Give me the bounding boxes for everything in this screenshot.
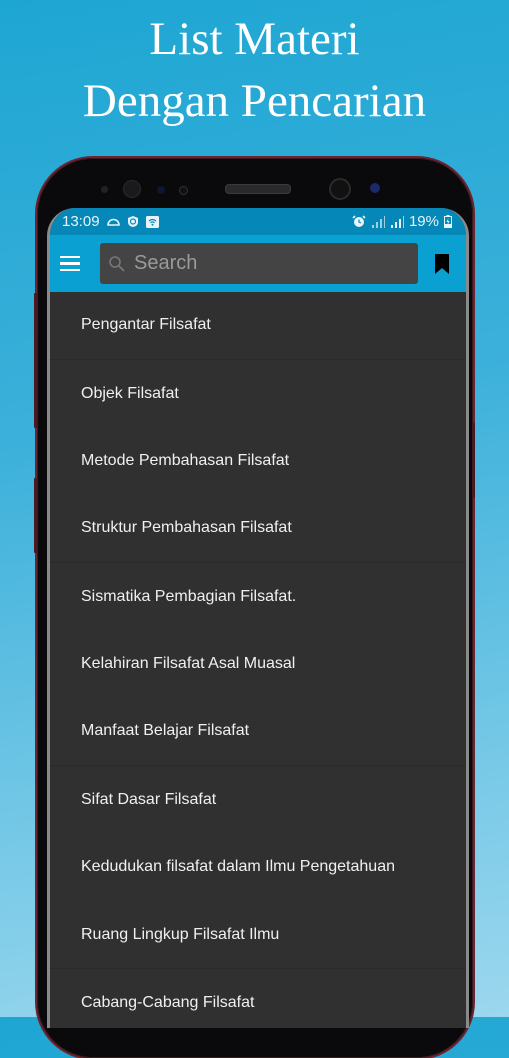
list-item-label: Objek Filsafat bbox=[81, 384, 179, 402]
status-bar: 13:09 19% bbox=[50, 208, 466, 235]
signal-icon bbox=[371, 215, 385, 228]
cloud-icon bbox=[106, 218, 120, 226]
hamburger-menu-icon[interactable] bbox=[58, 250, 88, 278]
list-item-label: Kedudukan filsafat dalam Ilmu Pengetahua… bbox=[81, 858, 395, 876]
list-item[interactable]: Manfaat Belajar Filsafat bbox=[50, 698, 466, 766]
list-item-label: Metode Pembahasan Filsafat bbox=[81, 452, 290, 470]
list-item[interactable]: Kelahiran Filsafat Asal Muasal bbox=[50, 630, 466, 698]
list-item-label: Ruang Lingkup Filsafat Ilmu bbox=[81, 925, 280, 943]
promo-title-line2: Dengan Pencarian bbox=[82, 75, 427, 127]
power-button bbox=[472, 423, 475, 498]
list-item[interactable]: Metode Pembahasan Filsafat bbox=[50, 427, 466, 495]
iris-camera-icon bbox=[370, 183, 380, 193]
list-item[interactable]: Kedudukan filsafat dalam Ilmu Pengetahua… bbox=[50, 834, 466, 902]
list-item[interactable]: Sismatika Pembagian Filsafat. bbox=[50, 563, 466, 631]
list-item-label: Pengantar Filsafat bbox=[81, 316, 211, 334]
list-item-label: Manfaat Belajar Filsafat bbox=[81, 722, 250, 740]
search-input[interactable] bbox=[132, 251, 396, 276]
signal-icon bbox=[390, 215, 404, 228]
volume-button bbox=[34, 478, 37, 553]
alarm-icon bbox=[352, 215, 366, 227]
list-item[interactable]: Cabang-Cabang Filsafat bbox=[50, 969, 466, 1028]
promo-title: List Materi Dengan Pencarian bbox=[0, 8, 509, 132]
list-item[interactable]: Pengantar Filsafat bbox=[50, 292, 466, 360]
phone-screen: 13:09 19% Pengantar Filsafat Objek Filsa… bbox=[47, 208, 469, 1028]
status-time: 13:09 bbox=[62, 213, 100, 230]
list-item-label: Sismatika Pembagian Filsafat. bbox=[81, 587, 297, 605]
list-item[interactable]: Ruang Lingkup Filsafat Ilmu bbox=[50, 901, 466, 969]
shield-icon bbox=[127, 216, 138, 227]
list-item[interactable]: Struktur Pembahasan Filsafat bbox=[50, 495, 466, 563]
proximity-sensor-icon bbox=[101, 186, 108, 193]
list-item-label: Struktur Pembahasan Filsafat bbox=[81, 519, 292, 537]
bixby-button bbox=[34, 293, 37, 428]
front-camera-icon bbox=[329, 178, 351, 200]
battery-percent: 19% bbox=[408, 213, 439, 230]
search-icon bbox=[109, 255, 125, 272]
search-box[interactable] bbox=[100, 243, 418, 284]
app-bar bbox=[50, 235, 466, 292]
list-item-label: Cabang-Cabang Filsafat bbox=[81, 993, 255, 1011]
list-item[interactable]: Objek Filsafat bbox=[50, 360, 466, 428]
list-item[interactable]: Sifat Dasar Filsafat bbox=[50, 766, 466, 834]
iris-sensor-icon bbox=[123, 180, 141, 198]
promo-title-line1: List Materi bbox=[149, 13, 360, 65]
wifi-icon bbox=[145, 215, 159, 228]
led-icon bbox=[179, 186, 188, 195]
light-sensor-icon bbox=[157, 186, 165, 194]
materi-list: Pengantar Filsafat Objek Filsafat Metode… bbox=[50, 292, 466, 1028]
earpiece-speaker bbox=[225, 184, 291, 194]
bookmark-icon[interactable] bbox=[434, 253, 450, 275]
battery-charging-icon bbox=[444, 215, 452, 228]
list-item-label: Kelahiran Filsafat Asal Muasal bbox=[81, 655, 296, 673]
list-item-label: Sifat Dasar Filsafat bbox=[81, 790, 217, 808]
